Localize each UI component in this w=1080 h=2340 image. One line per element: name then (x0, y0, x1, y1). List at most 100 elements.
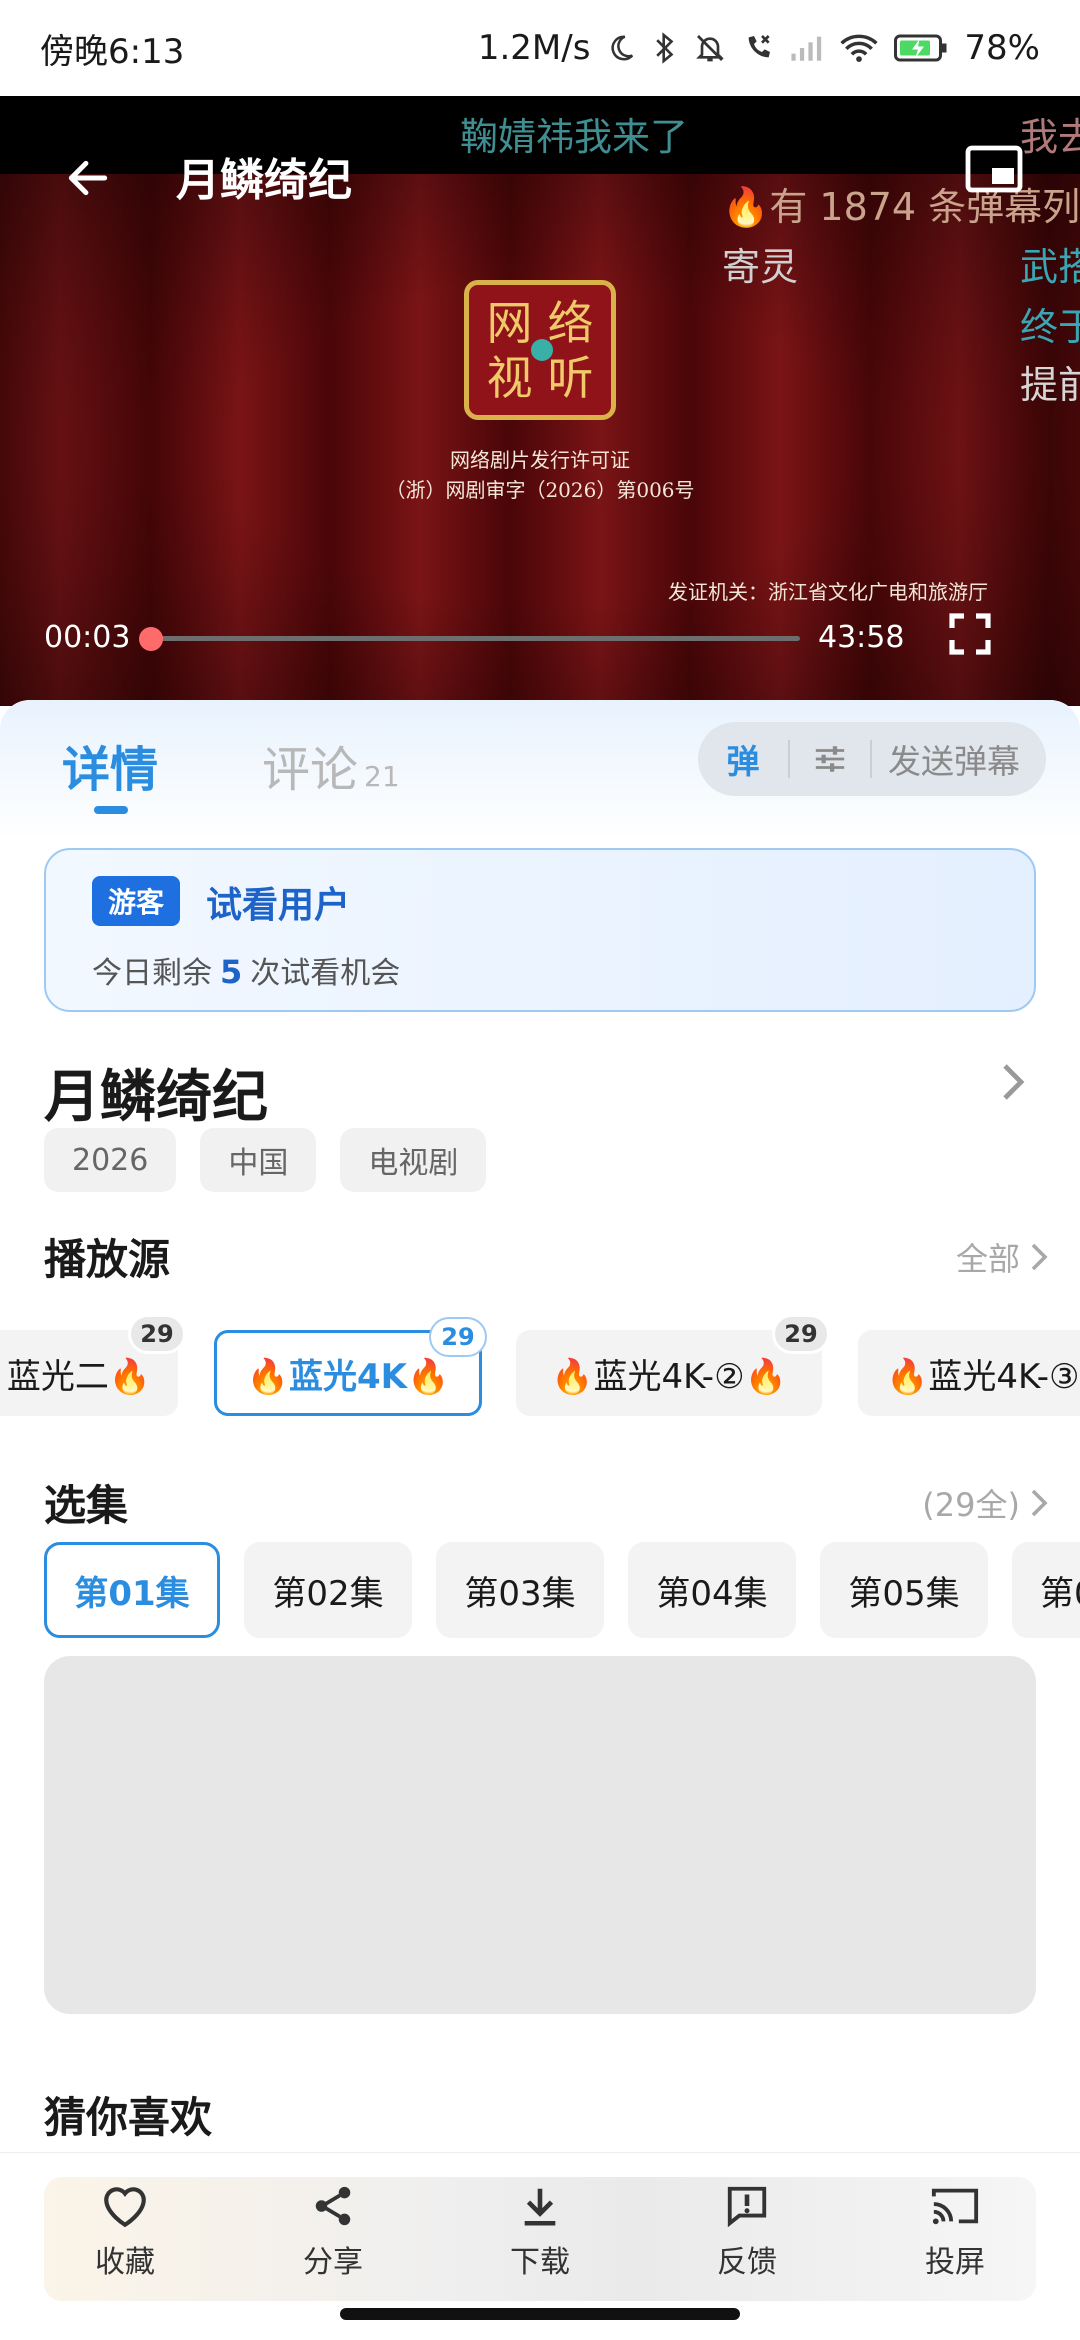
feedback-icon (727, 2186, 767, 2228)
source-option[interactable]: 蓝光二🔥 29 (0, 1314, 186, 1416)
bluetooth-icon (652, 31, 678, 65)
trial-remaining-count: 5 (220, 953, 243, 991)
cast-icon (931, 2188, 979, 2225)
bell-off-icon (694, 32, 726, 64)
download-label: 下载 (510, 2245, 570, 2280)
trial-remaining-suffix: 次试看机会 (250, 956, 401, 991)
source-label: 蓝光二🔥 (6, 1356, 152, 1397)
episode-count-badge: 29 (128, 1314, 186, 1354)
seal-play-icon (531, 339, 553, 361)
license-issuer: 发证机关：浙江省文化广电和旅游厅 (668, 580, 988, 604)
episodes-more-link[interactable]: (29全) (922, 1480, 1048, 1526)
recommend-title: 猜你喜欢 (44, 2093, 213, 2142)
seal-char: 网 (486, 295, 533, 350)
sliders-icon (815, 746, 845, 772)
episode-button[interactable]: 第04集 (628, 1542, 796, 1638)
show-title[interactable]: 月鳞绮纪 (44, 1052, 268, 1133)
picture-in-picture-button[interactable] (964, 144, 1024, 194)
source-label: 🔥蓝光4K-②🔥 (551, 1356, 787, 1397)
guest-username: 试看用户 (206, 885, 351, 926)
danmaku-comment: 寄灵 (722, 245, 799, 289)
source-option-active[interactable]: 🔥蓝光4K🔥 29 (214, 1317, 487, 1416)
danmaku-bar: 弹 发送弹幕 (698, 722, 1046, 796)
episode-button[interactable]: 第02集 (244, 1542, 412, 1638)
tab-comments[interactable]: 评论 21 (262, 730, 400, 800)
share-icon (315, 2186, 351, 2226)
source-option[interactable]: 🔥蓝光4K-③ (858, 1330, 1080, 1416)
arrow-left-icon (68, 160, 108, 196)
favorite-button[interactable]: 收藏 (50, 2183, 200, 2281)
danmaku-comment: 提前 (1020, 363, 1080, 407)
sources-more-link[interactable]: 全部 (956, 1234, 1048, 1280)
download-button[interactable]: 下载 (465, 2183, 615, 2281)
license-line: 网络剧片发行许可证 (450, 448, 630, 472)
episode-button[interactable]: 第03集 (436, 1542, 604, 1638)
episode-count-badge: 29 (772, 1314, 830, 1354)
tag-region[interactable]: 中国 (200, 1128, 317, 1192)
battery-percent: 78% (964, 28, 1040, 68)
license-number: （浙）网剧审字（2026）第006号 (385, 478, 695, 502)
chevron-right-icon[interactable] (998, 1062, 1028, 1106)
call-off-icon (742, 32, 774, 64)
progress-thumb[interactable] (138, 627, 163, 651)
danmaku-comment: 🔥有 1874 条弹幕列队 (722, 185, 1080, 229)
tab-details[interactable]: 详情 (62, 730, 158, 800)
share-button[interactable]: 分享 (258, 2183, 408, 2281)
moon-icon (606, 33, 636, 63)
fullscreen-icon (949, 613, 991, 655)
danmaku-comment: 终于 (1020, 305, 1080, 349)
sources-title: 播放源 (44, 1235, 171, 1284)
share-label: 分享 (303, 2245, 363, 2280)
chevron-right-icon (1031, 1489, 1048, 1517)
heart-icon (104, 2187, 146, 2228)
feedback-button[interactable]: 反馈 (672, 2183, 822, 2281)
pip-icon (965, 145, 1023, 193)
episode-button[interactable]: 第05集 (820, 1542, 988, 1638)
license-seal-logo: 网 络 视 听 (464, 280, 616, 420)
fullscreen-button[interactable] (946, 610, 994, 658)
video-title: 月鳞绮纪 (176, 155, 352, 206)
cast-button[interactable]: 投屏 (880, 2183, 1030, 2281)
video-player[interactable]: 鞠婧祎我来了 我去 🔥有 1874 条弹幕列队 寄灵 武搭 终于 提前 月鳞绮纪… (0, 96, 1080, 706)
danmaku-settings-button[interactable] (790, 744, 870, 774)
favorite-label: 收藏 (95, 2245, 155, 2280)
wifi-icon (840, 33, 879, 63)
source-label: 🔥蓝光4K🔥 (246, 1356, 450, 1397)
chevron-right-icon (1031, 1243, 1048, 1271)
status-icons: 1.2M/s 78% (478, 28, 1040, 68)
status-time: 傍晚6:13 (40, 31, 185, 72)
guest-badge: 游客 (92, 876, 180, 926)
total-time: 43:58 (818, 620, 905, 655)
seal-char: 视 (486, 350, 533, 405)
feedback-label: 反馈 (717, 2245, 777, 2280)
trial-remaining: 今日剩余 5 次试看机会 (92, 948, 400, 992)
danmaku-comment: 武搭 (1020, 245, 1080, 289)
danmaku-comment: 我去 (1020, 115, 1080, 159)
tab-comments-label: 评论 (262, 742, 359, 798)
progress-slider[interactable] (138, 627, 800, 651)
source-label: 🔥蓝光4K-③ (886, 1356, 1080, 1397)
guest-trial-card[interactable]: 游客 试看用户 今日剩余 5 次试看机会 (44, 848, 1036, 1012)
episode-count-badge: 29 (429, 1317, 487, 1357)
battery-icon (894, 33, 948, 63)
video-frame (0, 174, 1080, 706)
current-time: 00:03 (44, 620, 131, 655)
episode-button[interactable]: 第06集 (1012, 1542, 1080, 1638)
detail-sheet: 详情 评论 21 弹 发送弹幕 游客 试看用户 今日剩余 5 次试看机会 月鳞绮纪 2… (0, 700, 1080, 2340)
tag-type[interactable]: 电视剧 (340, 1128, 487, 1192)
tag-year[interactable]: 2026 (44, 1128, 177, 1192)
cast-label: 投屏 (925, 2245, 985, 2280)
home-indicator[interactable] (340, 2308, 740, 2320)
episodes-title: 选集 (44, 1481, 129, 1530)
episode-button-active[interactable]: 第01集 (44, 1542, 220, 1638)
net-speed: 1.2M/s (477, 28, 591, 68)
source-option[interactable]: 🔥蓝光4K-②🔥 29 (516, 1314, 830, 1416)
active-tab-indicator (94, 806, 128, 814)
danmaku-comment: 鞠婧祎我来了 (460, 115, 689, 159)
danmaku-toggle[interactable]: 弹 (698, 735, 788, 783)
comments-count: 21 (364, 760, 400, 793)
download-icon (524, 2188, 556, 2226)
back-button[interactable] (56, 146, 120, 210)
sources-more-label: 全部 (955, 1240, 1020, 1278)
send-danmaku-input[interactable]: 发送弹幕 (872, 735, 1020, 783)
